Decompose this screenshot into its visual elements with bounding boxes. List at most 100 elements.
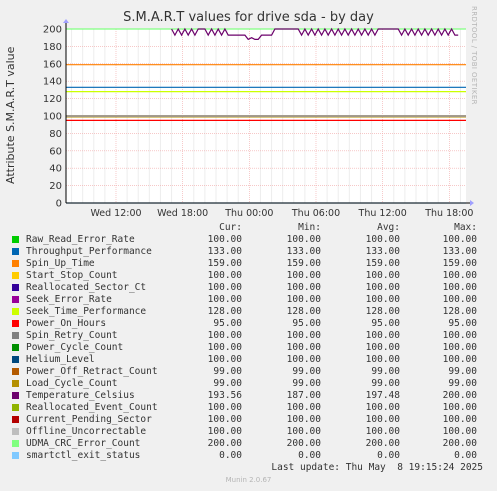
legend-cur-value: 193.56 (207, 390, 242, 401)
legend-max-value: 100.00 (442, 282, 477, 293)
y-tick-label: 0 (56, 199, 62, 210)
legend-column-header: Cur: (219, 222, 242, 233)
legend-series-name: Spin_Up_Time (26, 258, 95, 269)
legend-min-value: 100.00 (286, 270, 321, 281)
legend-avg-value: 133.00 (365, 246, 400, 257)
legend-min-value: 99.00 (292, 366, 321, 377)
legend-max-value: 99.00 (448, 378, 477, 389)
y-axis-arrow (63, 19, 69, 23)
legend-series-name: UDMA_CRC_Error_Count (26, 438, 141, 449)
legend-max-value: 133.00 (442, 246, 477, 257)
legend-swatch (12, 416, 19, 423)
legend-max-value: 200.00 (442, 390, 477, 401)
legend-avg-value: 100.00 (365, 342, 400, 353)
y-tick-label: 80 (49, 129, 62, 140)
legend-min-value: 100.00 (286, 354, 321, 365)
legend-swatch (12, 260, 19, 267)
legend-series-name: smartctl_exit_status (26, 450, 141, 461)
legend-cur-value: 95.00 (213, 318, 242, 329)
legend-avg-value: 100.00 (365, 234, 400, 245)
legend-avg-value: 200.00 (365, 438, 400, 449)
legend-swatch (12, 272, 19, 279)
y-tick-label: 200 (43, 25, 62, 36)
legend-row: Helium_Level 100.00 100.00 100.00 100.00 (12, 354, 492, 366)
legend-max-value: 159.00 (442, 258, 477, 269)
legend-cur-value: 159.00 (207, 258, 242, 269)
legend-series-name: Reallocated_Event_Count (26, 402, 158, 413)
x-tick-label: Thu 12:00 (358, 208, 407, 219)
legend-series-name: Offline_Uncorrectable (26, 426, 147, 437)
y-tick-label: 60 (49, 146, 62, 157)
legend-swatch (12, 404, 19, 411)
x-tick-label: Wed 12:00 (90, 208, 141, 219)
y-tick-label: 140 (43, 77, 62, 88)
legend-avg-value: 100.00 (365, 294, 400, 305)
legend-min-value: 133.00 (286, 246, 321, 257)
legend-swatch (12, 248, 19, 255)
y-tick-label: 160 (43, 59, 62, 70)
legend-min-value: 100.00 (286, 282, 321, 293)
legend-avg-value: 100.00 (365, 330, 400, 341)
legend-series-name: Current_Pending_Sector (26, 414, 152, 425)
legend-row: Power_Cycle_Count 100.00 100.00 100.00 100.0… (12, 342, 492, 354)
legend-cur-value: 100.00 (207, 234, 242, 245)
legend-cur-value: 99.00 (213, 366, 242, 377)
legend-min-value: 100.00 (286, 294, 321, 305)
legend-row: UDMA_CRC_Error_Count 200.00 200.00 200.00 20… (12, 438, 492, 450)
legend-row: Throughput_Performance 133.00 133.00 133.00… (12, 246, 492, 258)
legend-series-name: Power_Off_Retract_Count (26, 366, 158, 377)
legend-row: Power_Off_Retract_Count 99.00 99.00 99.00 99… (12, 366, 492, 378)
y-tick-label: 40 (49, 164, 62, 175)
x-tick-label: Thu 06:00 (291, 208, 340, 219)
legend-max-value: 100.00 (442, 294, 477, 305)
legend-swatch (12, 368, 19, 375)
legend-column-header: Avg: (377, 222, 400, 233)
legend-cur-value: 128.00 (207, 306, 242, 317)
legend-min-value: 100.00 (286, 342, 321, 353)
legend-series-name: Raw_Read_Error_Rate (26, 234, 135, 245)
legend-swatch (12, 440, 19, 447)
x-tick-label: Thu 00:00 (224, 208, 273, 219)
legend-cur-value: 100.00 (207, 282, 242, 293)
legend-cur-value: 100.00 (207, 354, 242, 365)
legend-min-value: 95.00 (292, 318, 321, 329)
legend-row: Temperature_Celsius 193.56 187.00 197.48 200… (12, 390, 492, 402)
y-tick-label: 120 (43, 94, 62, 105)
legend-row: Power_On_Hours 95.00 95.00 95.00 95.00 (12, 318, 492, 330)
y-tick-label: 100 (43, 112, 62, 123)
legend-series-name: Spin_Retry_Count (26, 330, 118, 341)
legend-row: Seek_Error_Rate 100.00 100.00 100.00 100.00 (12, 294, 492, 306)
legend-max-value: 200.00 (442, 438, 477, 449)
legend-swatch (12, 296, 19, 303)
plot-area: 0 20 40 60 80 100 120 140 160 180 200 Wed 12:00 Wed … (43, 19, 474, 219)
legend-min-value: 99.00 (292, 378, 321, 389)
legend-swatch (12, 344, 19, 351)
legend-avg-value: 100.00 (365, 414, 400, 425)
legend-column-header: Max: (454, 222, 477, 233)
legend-row: Load_Cycle_Count 99.00 99.00 99.00 99.00 (12, 378, 492, 390)
legend-max-value: 100.00 (442, 426, 477, 437)
legend-swatch (12, 428, 19, 435)
legend-cur-value: 100.00 (207, 414, 242, 425)
x-tick-label: Thu 18:00 (424, 208, 473, 219)
legend-series-name: Load_Cycle_Count (26, 378, 118, 389)
legend-cur-value: 100.00 (207, 294, 242, 305)
legend-series-name: Power_Cycle_Count (26, 342, 124, 353)
legend-avg-value: 100.00 (365, 354, 400, 365)
legend-cur-value: 100.00 (207, 402, 242, 413)
legend-max-value: 128.00 (442, 306, 477, 317)
legend-max-value: 100.00 (442, 270, 477, 281)
legend-avg-value: 100.00 (365, 426, 400, 437)
legend-max-value: 100.00 (442, 234, 477, 245)
legend-row: Seek_Time_Performance 128.00 128.00 128.00 1… (12, 306, 492, 318)
legend-max-value: 100.00 (442, 354, 477, 365)
legend-series-name: Throughput_Performance (26, 246, 152, 257)
legend-avg-value: 197.48 (365, 390, 400, 401)
x-axis-arrow (470, 200, 474, 206)
legend-swatch (12, 308, 19, 315)
legend-row: smartctl_exit_status 0.00 0.00 0.00 0.00 (12, 450, 492, 462)
legend-series-name: Helium_Level (26, 354, 95, 365)
legend-max-value: 0.00 (454, 450, 477, 461)
legend-max-value: 100.00 (442, 330, 477, 341)
legend-avg-value: 100.00 (365, 270, 400, 281)
